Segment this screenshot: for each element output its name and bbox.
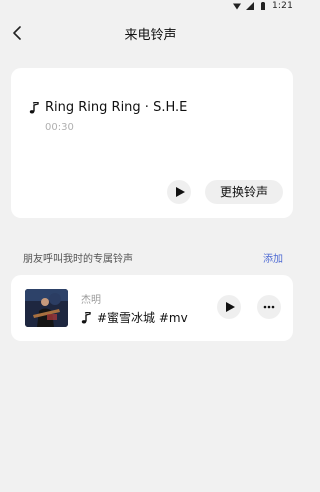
play-icon [175,187,185,197]
play-button[interactable] [167,180,191,204]
wifi-icon [232,2,241,10]
friend-song-row: #蜜雪冰城 #mv [81,309,188,326]
play-icon [225,302,235,312]
friend-name: 杰明 [81,295,101,306]
music-note-icon [81,311,91,324]
current-ringtone-row: Ring Ring Ring · S.H.E [29,100,187,115]
status-time: 1:21 [271,1,293,11]
music-note-icon [29,101,39,114]
current-ringtone-title: Ring Ring Ring · S.H.E [45,100,188,115]
friend-ringtone-card[interactable]: 杰明 #蜜雪冰城 #mv [11,275,293,341]
change-ringtone-button[interactable]: 更换铃声 [205,180,283,204]
friends-section-label: 朋友呼叫我时的专属铃声 [23,254,133,265]
status-icons: 1:21 [232,1,293,11]
more-dots-icon [263,305,275,309]
add-button[interactable]: 添加 [263,250,283,265]
friend-play-button[interactable] [217,295,241,319]
current-ringtone-duration: 00:30 [45,122,74,133]
battery-icon [259,2,267,10]
signal-icon [245,2,254,10]
current-ringtone-card: Ring Ring Ring · S.H.E 00:30 更换铃声 [11,68,293,218]
album-art [25,289,68,327]
title-bar: 来电铃声 [0,16,301,50]
more-options-button[interactable] [257,295,281,319]
status-bar: 1:21 [0,0,301,14]
friend-song-title: #蜜雪冰城 #mv [97,311,188,325]
page-title: 来电铃声 [124,28,177,43]
